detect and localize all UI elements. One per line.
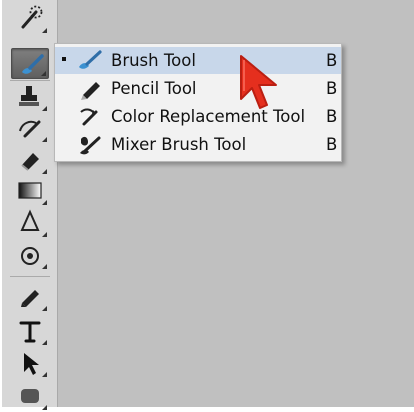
tool-flyout-marker	[42, 106, 47, 111]
tool-flyout-marker	[41, 71, 46, 76]
tools-panel	[2, 0, 58, 410]
toolbar-divider	[10, 276, 50, 277]
eraser-tool-button[interactable]	[11, 145, 49, 176]
tool-flyout-marker	[42, 232, 47, 237]
tool-flyout-marker	[42, 200, 47, 205]
tool-flyout-marker	[42, 372, 47, 377]
menu-item-shortcut: B	[326, 79, 338, 98]
menu-item-shortcut: B	[326, 51, 338, 70]
brush-tool-button[interactable]	[11, 48, 49, 79]
tool-flyout-marker	[42, 28, 47, 33]
type-tool-button[interactable]	[11, 316, 49, 347]
color-replacement-icon	[76, 105, 105, 129]
menu-item-shortcut: B	[326, 107, 338, 126]
brush-icon	[76, 49, 105, 73]
menu-item-label: Pencil Tool	[111, 79, 197, 98]
menu-item-pencil-tool[interactable]: Pencil Tool B	[55, 75, 341, 102]
menu-item-mixer-brush-tool[interactable]: Mixer Brush Tool B	[55, 131, 341, 158]
toolbar-divider	[10, 80, 50, 81]
quick-selection-tool-button[interactable]	[11, 4, 49, 35]
brush-tool-flyout-menu: Brush Tool B Pencil Tool B Color Replace…	[54, 43, 342, 162]
screenshot-stage: Brush Tool B Pencil Tool B Color Replace…	[0, 0, 414, 410]
tool-flyout-marker	[42, 264, 47, 269]
mouse-pointer-icon	[238, 54, 280, 112]
menu-item-label: Mixer Brush Tool	[111, 135, 247, 154]
tool-flyout-marker	[42, 340, 47, 345]
tool-flyout-marker	[42, 405, 47, 410]
menu-item-shortcut: B	[326, 135, 338, 154]
mixer-brush-icon	[76, 133, 105, 157]
dodge-tool-button[interactable]	[11, 240, 49, 271]
blur-tool-button[interactable]	[11, 208, 49, 239]
menu-item-brush-tool[interactable]: Brush Tool B	[55, 47, 341, 74]
pencil-icon	[76, 77, 105, 101]
tool-flyout-marker	[42, 306, 47, 311]
shape-tool-button[interactable]	[11, 381, 49, 412]
selected-bullet-icon	[62, 57, 66, 61]
pen-tool-button[interactable]	[11, 282, 49, 313]
clone-stamp-tool-button[interactable]	[11, 82, 49, 113]
menu-item-color-replacement-tool[interactable]: Color Replacement Tool B	[55, 103, 341, 130]
gradient-tool-button[interactable]	[11, 176, 49, 207]
tool-flyout-marker	[42, 169, 47, 174]
tool-flyout-marker	[42, 137, 47, 142]
history-brush-tool-button[interactable]	[11, 113, 49, 144]
path-selection-tool-button[interactable]	[11, 348, 49, 379]
menu-item-label: Brush Tool	[111, 51, 196, 70]
